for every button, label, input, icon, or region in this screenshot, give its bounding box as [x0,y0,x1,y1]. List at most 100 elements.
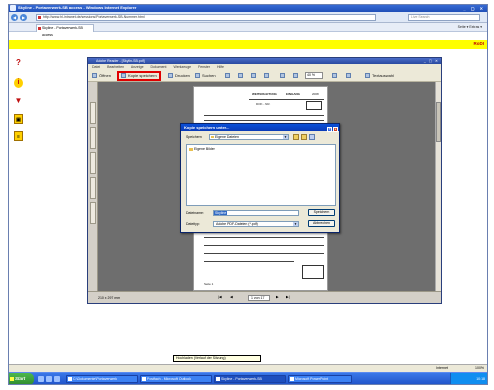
view-menu-icon[interactable] [309,134,315,140]
adobe-status-bar: 210 x 297 mm |◀ ◀ 1 von 17 ▶ ▶| [88,291,441,303]
menu-window[interactable]: Fenster [198,65,210,69]
zoom-out-icon[interactable] [278,72,289,80]
arrow-left-icon [251,73,256,79]
ie-icon [10,5,16,11]
page-size: 210 x 297 mm [98,296,121,300]
back-button[interactable]: ◀ [11,14,18,21]
menu-document[interactable]: Dokument [151,65,167,69]
new-folder-icon[interactable] [301,134,307,140]
list-icon[interactable]: ≡ [14,131,23,141]
list-item[interactable]: Eigene Bilder [189,147,215,151]
page-number-field[interactable]: 1 von 17 [248,295,270,301]
magnifier-icon [238,73,243,79]
help-icon[interactable]: ? [14,58,23,68]
pdf-code: DOK - NR. [256,102,271,106]
save-in-value: Eigene Dateien [215,135,239,139]
task-label: Skyline - Portaverwerk-SB [221,377,262,381]
next-page-status-icon[interactable]: ▶ [276,295,279,299]
menu-file[interactable]: Datei [92,65,100,69]
up-folder-icon[interactable] [293,134,299,140]
start-button[interactable]: Start [8,373,34,385]
pdf-header-right: 2008 [312,92,319,96]
search-input[interactable]: Live Search [408,14,480,21]
brand-logo: RoDI [473,41,485,46]
pdf-header-left: WEITERLEITUNG [252,92,277,96]
attachments-tab[interactable] [90,152,96,174]
search-button[interactable]: Suchen [193,72,218,80]
open-button[interactable]: Öffnen [90,72,113,80]
plus-icon [293,73,298,79]
taskbar-item-ie[interactable]: Skyline - Portaverwerk-SB [214,375,286,383]
text-select-tool[interactable]: Textauswahl [363,72,396,80]
last-page-icon[interactable]: ▶| [286,295,290,299]
zoom-field[interactable]: 40 % [305,72,323,79]
taskbar: Start C:\Dokumente\Portaverwerk Postfach… [8,372,488,385]
save-icon[interactable]: ▣ [14,114,23,124]
quicklaunch-desktop-icon[interactable] [46,376,52,382]
filename-label: Dateiname: [186,211,204,215]
quicklaunch-outlook-icon[interactable] [54,376,60,382]
folder-icon [92,73,97,79]
quicklaunch-ie-icon[interactable] [38,376,44,382]
bookmarks-tab[interactable] [90,102,96,124]
menu-help[interactable]: Hilfe [217,65,224,69]
ie-icon [216,377,220,381]
clock[interactable]: 10:18 [476,377,485,381]
minus-icon [280,73,285,79]
select-tool-icon[interactable] [223,72,234,80]
disk-icon [121,73,126,79]
taskbar-item-outlook[interactable]: Postfach - Microsoft Outlook [140,375,212,383]
zoom-in-icon[interactable] [291,72,302,80]
cursor-icon [225,73,230,79]
menu-tools[interactable]: Werkzeuge [173,65,191,69]
layers-tab[interactable] [90,202,96,224]
help-button[interactable]: ? [327,127,332,132]
scroll-thumb[interactable] [436,102,441,142]
adobe-navigation-panel [88,82,98,292]
filetype-dropdown[interactable]: Adobe PDF-Dateien (*.pdf) ▼ [213,221,299,227]
task-label: Microsoft PowerPoint [295,377,329,381]
file-list[interactable]: Eigene Bilder [186,144,336,206]
tab-favicon [38,27,41,30]
menu-view[interactable]: Anzeige [131,65,144,69]
tab-skyline[interactable]: Skyline - Portaverwerk-SB access [36,24,94,37]
zoom-tool-icon[interactable] [236,72,247,80]
save-copy-button[interactable]: Kopie speichern [117,71,161,81]
first-page-icon[interactable]: |◀ [218,295,222,299]
save-in-dropdown[interactable]: Eigene Dateien ▼ [209,134,289,140]
taskbar-item-explorer[interactable]: C:\Dokumente\Portaverwerk [66,375,138,383]
pdf-footer-note: Seite 1 [204,282,214,286]
start-label: Start [15,376,26,381]
arrow-right-icon [264,73,269,79]
save-button[interactable]: Speichern [308,209,335,216]
browser-title: Skyline - Portaverwerk-SB access - Windo… [18,5,137,10]
next-page-icon[interactable] [262,72,273,80]
url-field[interactable]: http://www.hl-intranet.de/sessions/Porta… [36,14,376,21]
prev-page-icon[interactable] [249,72,260,80]
url-text: http://www.hl-intranet.de/sessions/Porta… [43,15,145,19]
prev-page-status-icon[interactable]: ◀ [230,295,233,299]
forward-button[interactable]: ▶ [20,14,27,21]
print-button[interactable]: Drucken [166,72,192,80]
cancel-button[interactable]: Abbrechen [308,220,335,227]
rotate-icon[interactable] [344,72,355,80]
taskbar-item-powerpoint[interactable]: Microsoft PowerPoint [288,375,352,383]
info-icon[interactable]: i [14,78,23,88]
chevron-down-icon: ▼ [293,222,298,226]
command-bar[interactable]: Seite ▾ Extras ▾ [458,24,482,31]
vertical-scrollbar[interactable] [435,82,441,292]
filename-field[interactable]: Skyline [213,210,299,216]
close-button[interactable]: x [333,127,338,132]
pages-tab[interactable] [90,127,96,149]
down-arrow-icon[interactable]: ▼ [14,96,23,106]
zoom-level[interactable]: 100% [475,365,484,372]
file-item-label: Eigene Bilder [194,147,215,151]
print-label: Drucken [175,73,190,78]
dialog-title: Kopie speichern unter... [184,125,230,130]
fit-page-icon[interactable] [330,72,341,80]
save-copy-dialog: Kopie speichern unter... ? x Speichern Ei… [180,123,340,233]
signatures-tab[interactable] [90,177,96,199]
pdf-rule [204,115,324,116]
menu-edit[interactable]: Bearbeiten [107,65,124,69]
page-icon [38,16,41,19]
